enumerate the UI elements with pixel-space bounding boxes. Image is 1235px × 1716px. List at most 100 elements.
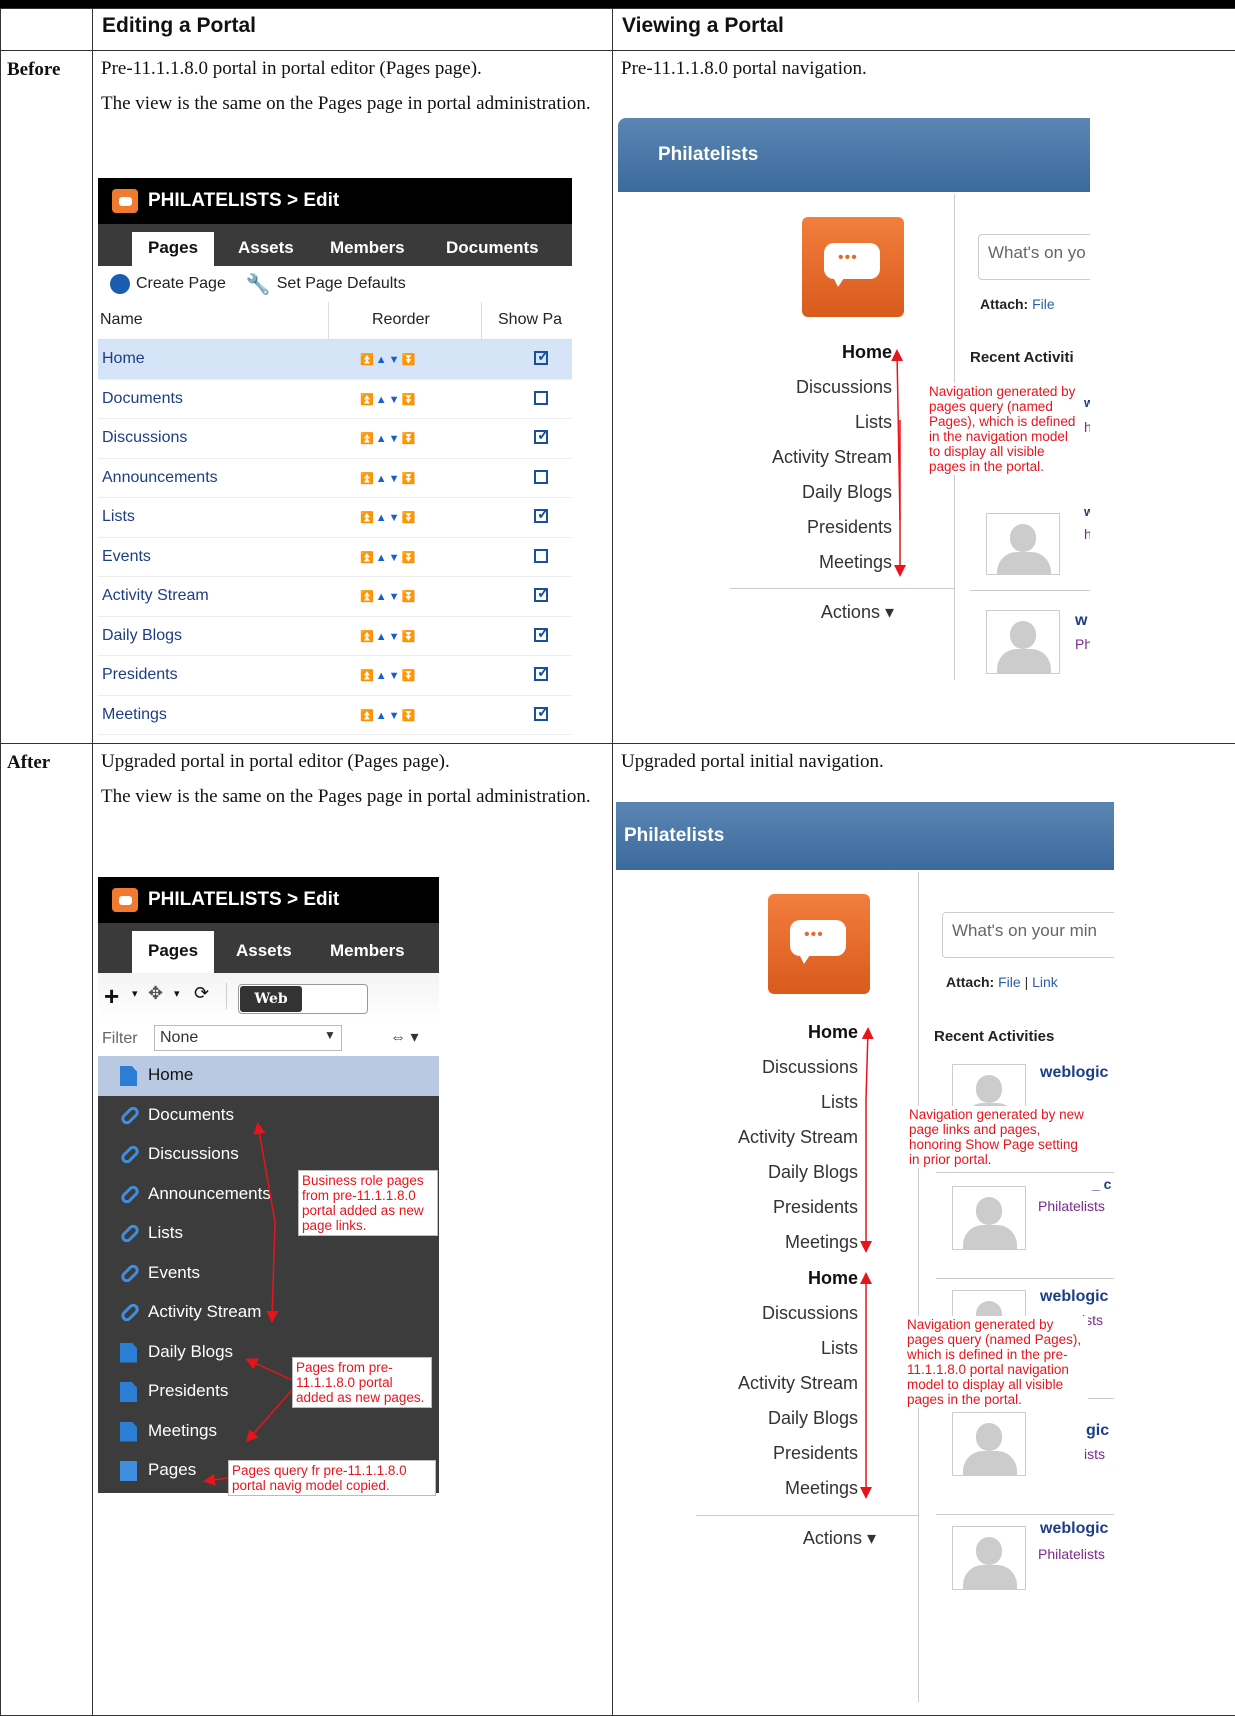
tab-pages[interactable]: Pages	[132, 232, 214, 266]
nav-link[interactable]: Discussions	[666, 1057, 858, 1092]
tab-documents[interactable]: Documents	[446, 232, 539, 266]
view-options-icon[interactable]: ⇔ ▾	[390, 1027, 418, 1047]
table-row[interactable]: Activity Stream ⏫▲▼⏬	[98, 577, 572, 617]
add-icon[interactable]: +	[104, 981, 119, 1012]
nav-link[interactable]: Meetings	[666, 1478, 858, 1513]
reorder-arrows-icon[interactable]: ⏫▲▼⏬	[360, 393, 417, 406]
nav-link[interactable]: Lists	[698, 412, 892, 447]
philatelists-link[interactable]: Philatelists	[1038, 1546, 1105, 1562]
philatelists-link[interactable]: Ph	[1075, 636, 1090, 652]
page-name[interactable]: Lists	[102, 508, 135, 526]
page-name[interactable]: Meetings	[102, 706, 167, 724]
reorder-arrows-icon[interactable]: ⏫▲▼⏬	[360, 669, 417, 682]
page-name[interactable]: Activity Stream	[102, 587, 209, 605]
nav-link[interactable]: Daily Blogs	[666, 1408, 858, 1443]
table-row[interactable]: Discussions ⏫▲▼⏬	[98, 419, 572, 459]
table-row[interactable]: Events ⏫▲▼⏬	[98, 538, 572, 578]
table-row[interactable]: Documents ⏫▲▼⏬	[98, 380, 572, 420]
show-page-checkbox[interactable]	[534, 588, 548, 602]
nav-link[interactable]: Lists	[666, 1092, 858, 1127]
table-row[interactable]: Lists ⏫▲▼⏬	[98, 498, 572, 538]
tree-item[interactable]: Home	[98, 1056, 439, 1096]
actions-label[interactable]: Actions ▾	[666, 1528, 876, 1563]
nav-link[interactable]: Home	[666, 1022, 858, 1057]
reorder-arrows-icon[interactable]: ⏫▲▼⏬	[360, 353, 417, 366]
reorder-arrows-icon[interactable]: ⏫▲▼⏬	[360, 709, 417, 722]
reorder-arrows-icon[interactable]: ⏫▲▼⏬	[360, 472, 417, 485]
nav-link[interactable]: Discussions	[666, 1303, 858, 1338]
nav-link[interactable]: Home	[666, 1268, 858, 1303]
create-page-button[interactable]: Create Page	[136, 275, 226, 293]
set-page-defaults-button[interactable]: Set Page Defaults	[277, 275, 406, 293]
reorder-arrows-icon[interactable]: ⏫▲▼⏬	[360, 590, 417, 603]
page-name[interactable]: Events	[102, 548, 151, 566]
page-name[interactable]: Presidents	[102, 666, 178, 684]
page-name[interactable]: Documents	[102, 390, 183, 408]
show-page-checkbox[interactable]	[534, 667, 548, 681]
tab-members[interactable]: Members	[330, 931, 405, 965]
whats-on-input[interactable]: What's on your min	[942, 912, 1114, 958]
actions-menu[interactable]: Actions ▾	[666, 1528, 876, 1563]
show-page-checkbox[interactable]	[534, 628, 548, 642]
weblogic-link[interactable]: weblogic	[1040, 1520, 1108, 1538]
nav-link[interactable]: Presidents	[666, 1197, 858, 1232]
reorder-arrows-icon[interactable]: ⏫▲▼⏬	[360, 511, 417, 524]
reorder-arrows-icon[interactable]: ⏫▲▼⏬	[360, 630, 417, 643]
web-toggle-label[interactable]: Web	[240, 986, 302, 1012]
attach-file-link[interactable]: File	[998, 974, 1021, 990]
weblogic-link[interactable]: weblogic	[1040, 1064, 1108, 1082]
nav-link[interactable]: Daily Blogs	[698, 482, 892, 517]
attach-file-link[interactable]: File	[1032, 296, 1055, 312]
weblogic-link[interactable]: w	[1075, 612, 1087, 630]
nav-link[interactable]: Daily Blogs	[666, 1162, 858, 1197]
nav-link[interactable]: Meetings	[698, 552, 892, 587]
nav-link[interactable]: Presidents	[698, 517, 892, 552]
show-page-checkbox[interactable]	[534, 549, 548, 563]
page-name[interactable]: Home	[102, 350, 145, 368]
actions-menu[interactable]: Actions ▾	[698, 602, 894, 637]
tab-pages[interactable]: Pages	[132, 931, 214, 973]
tree-item[interactable]: Activity Stream	[98, 1293, 439, 1333]
tab-members[interactable]: Members	[330, 232, 405, 266]
table-row[interactable]: Meetings ⏫▲▼⏬	[98, 696, 572, 736]
page-name[interactable]: Discussions	[102, 429, 187, 447]
col-reorder[interactable]: Reorder	[372, 311, 430, 329]
tree-item[interactable]: Meetings	[98, 1412, 439, 1452]
chevron-down-icon[interactable]: ▼	[324, 1028, 336, 1042]
col-show-page[interactable]: Show Pa	[498, 311, 562, 329]
page-name[interactable]: Daily Blogs	[102, 627, 182, 645]
reorder-arrows-icon[interactable]: ⏫▲▼⏬	[360, 551, 417, 564]
table-row[interactable]: Presidents ⏫▲▼⏬	[98, 656, 572, 696]
table-row[interactable]: Daily Blogs ⏫▲▼⏬	[98, 617, 572, 657]
move-icon[interactable]: ✥	[148, 983, 163, 1004]
show-page-checkbox[interactable]	[534, 707, 548, 721]
create-page-icon[interactable]	[110, 274, 130, 294]
whats-on-input[interactable]: What's on yo	[978, 234, 1090, 280]
nav-link[interactable]: Activity Stream	[666, 1127, 858, 1162]
weblogic-link[interactable]: weblogic	[1040, 1288, 1108, 1306]
philatelists-link[interactable]: Philatelists	[1038, 1198, 1105, 1214]
attach-link-link[interactable]: Link	[1032, 974, 1058, 990]
nav-link[interactable]: Lists	[666, 1338, 858, 1373]
nav-link[interactable]: Home	[698, 342, 892, 377]
refresh-icon[interactable]: ⟳	[194, 983, 209, 1004]
chevron-down-icon[interactable]: ▾	[132, 987, 138, 1000]
show-page-checkbox[interactable]	[534, 470, 548, 484]
nav-link[interactable]: Activity Stream	[666, 1373, 858, 1408]
wrench-icon[interactable]: 🔧	[246, 272, 271, 297]
show-page-checkbox[interactable]	[534, 351, 548, 365]
tree-item[interactable]: Events	[98, 1254, 439, 1294]
tab-assets[interactable]: Assets	[238, 232, 294, 266]
reorder-arrows-icon[interactable]: ⏫▲▼⏬	[360, 432, 417, 445]
actions-label[interactable]: Actions ▾	[698, 602, 894, 637]
nav-link[interactable]: Discussions	[698, 377, 892, 412]
show-page-checkbox[interactable]	[534, 430, 548, 444]
page-name[interactable]: Announcements	[102, 469, 218, 487]
show-page-checkbox[interactable]	[534, 391, 548, 405]
nav-link[interactable]: Meetings	[666, 1232, 858, 1267]
show-page-checkbox[interactable]	[534, 509, 548, 523]
nav-link[interactable]: Presidents	[666, 1443, 858, 1478]
col-name[interactable]: Name	[100, 311, 143, 329]
tree-item[interactable]: Documents	[98, 1096, 439, 1136]
table-row[interactable]: Home ⏫▲▼⏬	[98, 340, 572, 380]
